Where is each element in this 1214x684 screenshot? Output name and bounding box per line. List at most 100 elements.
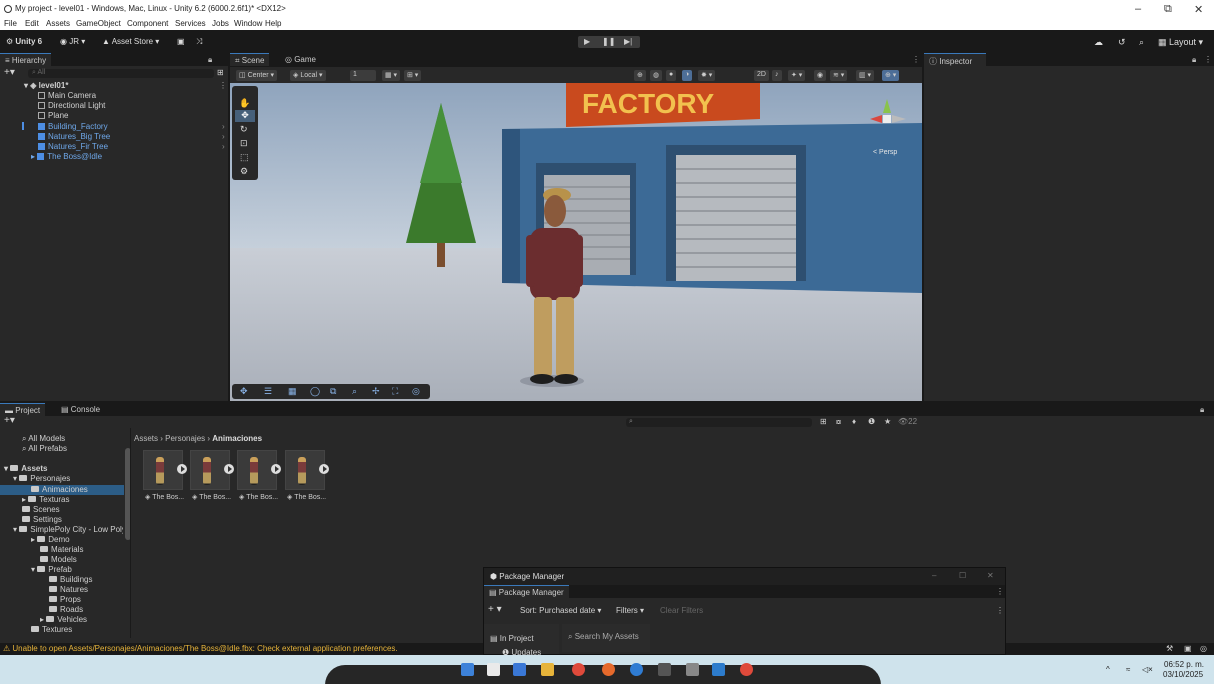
scene-menu-icon[interactable]: ⋮ — [912, 55, 920, 64]
inspector-menu-icon[interactable]: ⋮ — [1204, 55, 1212, 64]
tree-item[interactable]: Scenes — [22, 505, 60, 514]
tree-item[interactable]: ▸ Vehicles — [40, 615, 87, 624]
gizmos-toggle[interactable]: ⊕ ▾ — [882, 70, 900, 81]
close-button[interactable]: ✕ — [1194, 3, 1203, 16]
asset-tile[interactable]: ◈ The Bos... — [285, 450, 329, 502]
menu-gameobject[interactable]: GameObject — [76, 19, 121, 28]
unity-menu-button[interactable]: ⚙ Unity 6 — [6, 37, 42, 46]
breadcrumb-assets[interactable]: Assets — [134, 434, 158, 443]
shading-solid-icon[interactable]: ● — [666, 70, 677, 81]
breadcrumb-animaciones[interactable]: Animaciones — [212, 434, 262, 443]
filter-type-icon[interactable]: ⊞ — [820, 417, 827, 426]
lock-icon[interactable]: 🔒︎ — [1192, 55, 1196, 65]
tree-item[interactable]: ⌕ All Models — [22, 434, 65, 444]
hidden-count-badge[interactable]: 👁︎22 — [898, 417, 917, 426]
unity-hub-icon[interactable] — [658, 663, 671, 676]
scene-root[interactable]: ▾ ◈ level01* — [24, 81, 68, 90]
hierarchy-item[interactable]: Plane — [38, 111, 68, 120]
info-icon[interactable]: ❶ — [868, 417, 875, 426]
tree-item[interactable]: Roads — [49, 605, 83, 614]
file-explorer-icon[interactable] — [541, 663, 554, 676]
play-preview-icon[interactable] — [319, 464, 329, 474]
create-button[interactable]: +▾ — [4, 67, 15, 78]
clock-date[interactable]: 03/10/2025 — [1163, 670, 1203, 679]
filter-log-icon[interactable]: ♦ — [852, 417, 856, 426]
play-preview-icon[interactable] — [177, 464, 187, 474]
shading-shaded-icon[interactable]: ◑ — [682, 70, 693, 81]
overlay-settings-icon[interactable]: ◎ — [412, 386, 420, 397]
wifi-icon[interactable]: ≈ — [1126, 665, 1130, 674]
overlay-orbit-icon[interactable]: ◯ — [310, 386, 320, 397]
bake-icon[interactable]: ▣ — [1184, 644, 1192, 653]
filters-dropdown[interactable]: Filters ▾ — [616, 606, 644, 615]
tree-item[interactable]: ▾ SimplePoly City - Low Poly — [13, 525, 123, 534]
clear-filters-button[interactable]: Clear Filters — [660, 606, 703, 615]
pm-minimize-button[interactable]: – — [932, 571, 936, 580]
start-icon[interactable] — [461, 663, 474, 676]
overlay-search-icon[interactable]: ⌕ — [352, 386, 357, 397]
vscode-icon[interactable] — [712, 663, 725, 676]
overlay-move-icon[interactable]: ✥ — [240, 386, 248, 397]
menu-services[interactable]: Services — [175, 19, 206, 28]
in-project-item[interactable]: ▤ In Project — [490, 634, 534, 643]
grid-toggle[interactable]: ▦ ▾ — [382, 70, 401, 81]
rotate-tool-icon[interactable]: ↻ — [240, 124, 248, 135]
asset-tile[interactable]: ◈ The Bos... — [237, 450, 281, 502]
minimize-button[interactable]: – — [1135, 3, 1141, 15]
pm-options-icon[interactable]: ⋮ — [996, 606, 1004, 615]
restore-button[interactable]: ⧉ — [1164, 3, 1172, 16]
step-button[interactable]: ▶| — [624, 37, 632, 46]
search-icon[interactable]: ⌕ — [1139, 37, 1144, 48]
menu-edit[interactable]: Edit — [25, 19, 39, 28]
scale-tool-icon[interactable]: ⊡ — [240, 138, 248, 149]
2d-toggle[interactable]: 2D — [754, 70, 769, 81]
shading-wire-icon[interactable]: ◍ — [650, 70, 663, 81]
hierarchy-item[interactable]: Directional Light — [38, 101, 105, 110]
chevron-right-icon[interactable]: › — [222, 132, 225, 141]
app-icon[interactable] — [740, 663, 753, 676]
play-preview-icon[interactable] — [271, 464, 281, 474]
camera-dropdown[interactable]: ≋ ▾ — [830, 70, 848, 81]
edge-icon[interactable] — [630, 663, 643, 676]
tab-hierarchy[interactable]: ≡ Hierarchy — [0, 53, 52, 66]
rect-tool-icon[interactable]: ⬚ — [240, 152, 249, 163]
volume-icon[interactable]: ◁× — [1142, 665, 1153, 674]
play-preview-icon[interactable] — [224, 464, 234, 474]
tree-item[interactable]: ▾ Prefab — [31, 565, 72, 574]
tree-item[interactable]: Buildings — [49, 575, 92, 584]
tree-item[interactable]: Models — [40, 555, 77, 564]
chevron-right-icon[interactable]: › — [222, 122, 225, 131]
cloud-services-icon[interactable]: ☁ — [1094, 37, 1103, 48]
menu-assets[interactable]: Assets — [46, 19, 70, 28]
widgets-icon[interactable] — [513, 663, 526, 676]
hierarchy-item[interactable]: Building_Factory — [38, 122, 108, 131]
gizmos-dropdown[interactable]: ▥ ▾ — [856, 70, 875, 81]
effects-dropdown[interactable]: ✦ ▾ — [788, 70, 806, 81]
persp-label[interactable]: < Persp — [873, 149, 897, 156]
sort-dropdown[interactable]: Sort: Purchased date ▾ — [520, 606, 601, 615]
overlay-snap-icon[interactable]: ⛶ — [392, 386, 398, 397]
tab-console[interactable]: ▤ Console — [56, 403, 105, 416]
snap-toggle[interactable]: ⊞ ▾ — [404, 70, 422, 81]
scene-menu-icon[interactable]: ⋮ — [219, 81, 227, 90]
tab-game[interactable]: ◎ Game — [280, 53, 321, 66]
audio-toggle[interactable]: ♪ — [772, 70, 782, 81]
overlay-align-icon[interactable]: ☰ — [264, 386, 272, 397]
asset-tile[interactable]: ◈ The Bos... — [190, 450, 234, 502]
hierarchy-item[interactable]: Main Camera — [38, 91, 96, 100]
tree-item[interactable]: ⌕ All Prefabs — [22, 444, 67, 454]
menu-component[interactable]: Component — [127, 19, 168, 28]
breadcrumb-personajes[interactable]: Personajes — [165, 434, 205, 443]
tree-item[interactable]: Natures — [49, 585, 88, 594]
menu-jobs[interactable]: Jobs — [212, 19, 229, 28]
project-search-input[interactable]: ⌕ — [626, 418, 812, 427]
hierarchy-item[interactable]: Natures_Fir Tree — [38, 142, 108, 151]
tree-item[interactable]: Settings — [22, 515, 62, 524]
tree-item[interactable]: ▸ Demo — [31, 535, 70, 544]
pm-menu-icon[interactable]: ⋮ — [996, 587, 1004, 596]
tree-item-selected[interactable]: Animaciones — [31, 485, 88, 494]
tree-divider[interactable] — [130, 428, 131, 638]
firefox-icon[interactable] — [602, 663, 615, 676]
visibility-toggle[interactable]: ◉ — [814, 70, 827, 81]
play-button[interactable]: ▶ — [584, 37, 590, 46]
